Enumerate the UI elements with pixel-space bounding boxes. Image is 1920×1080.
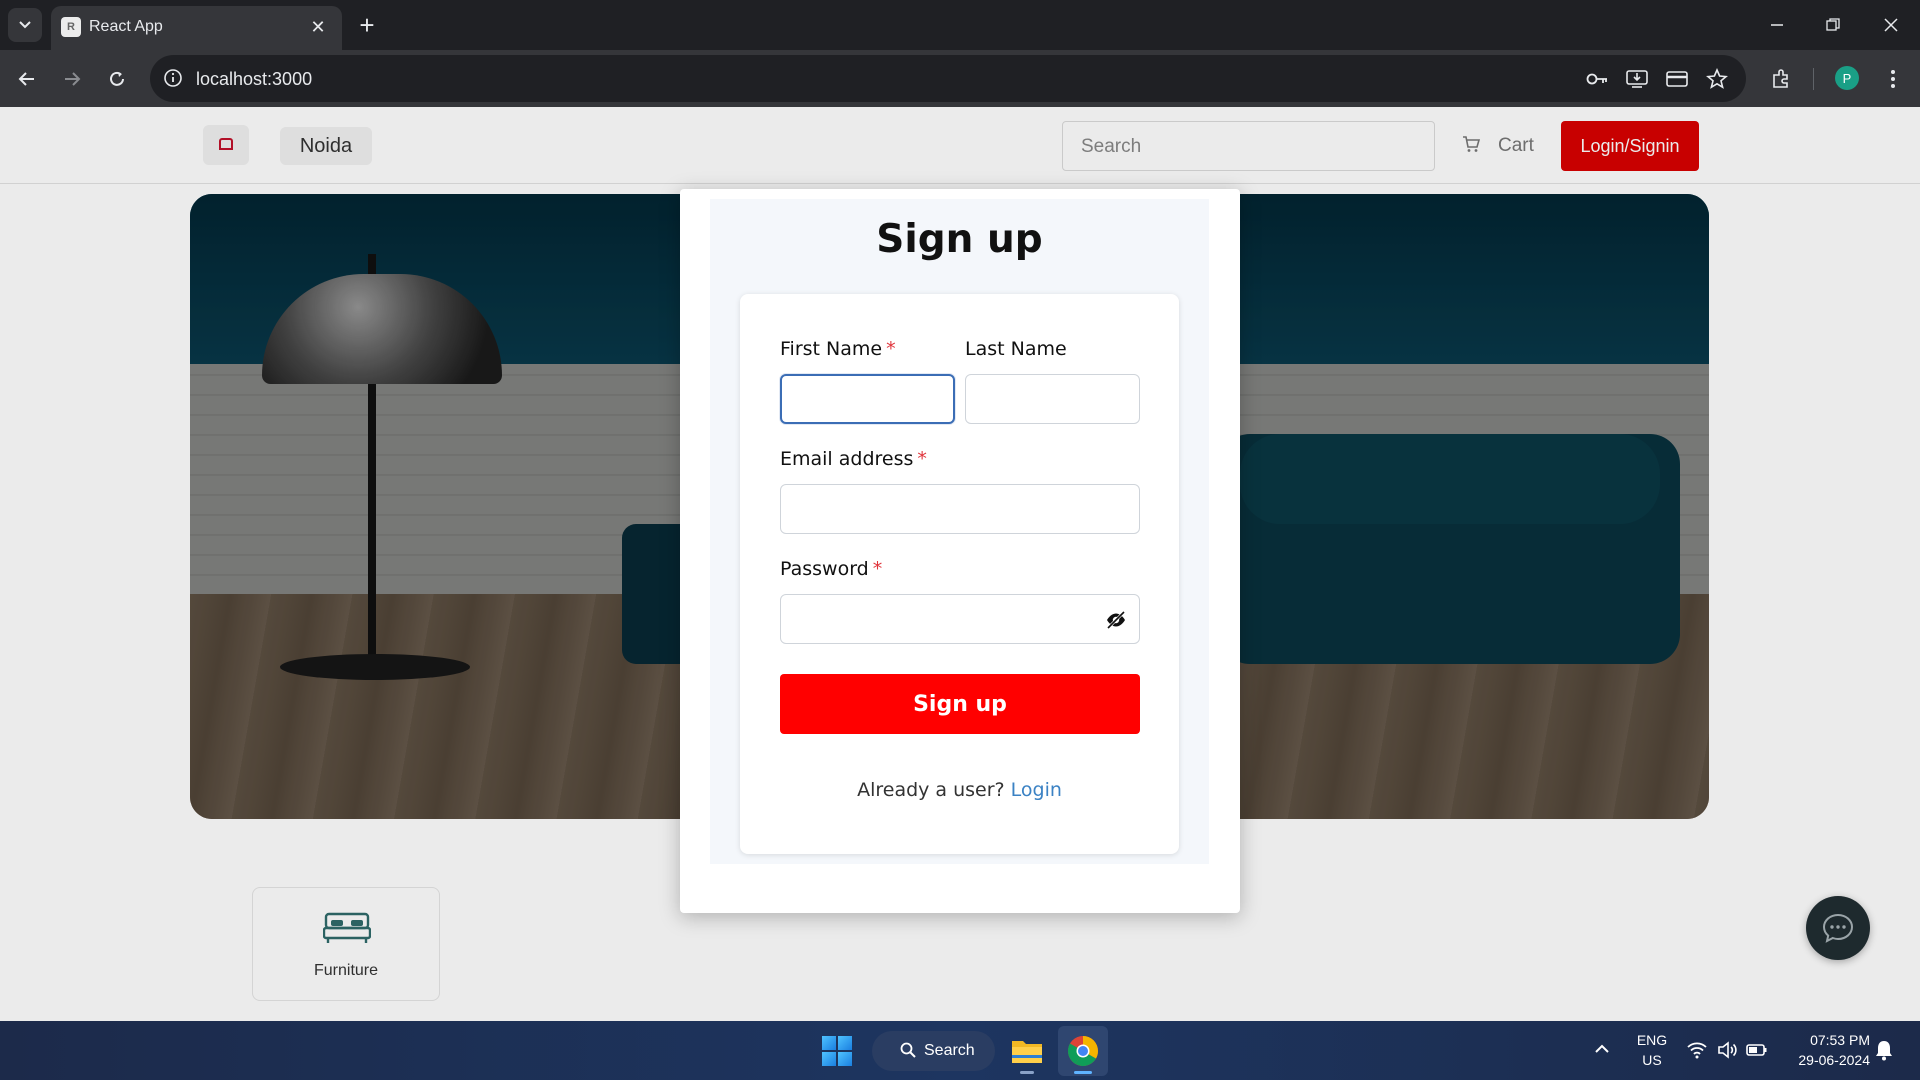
taskbar-search-button[interactable]: Search (872, 1031, 995, 1071)
kebab-menu-icon (1891, 70, 1895, 88)
react-favicon-icon: R (61, 17, 81, 37)
site-info-icon[interactable] (162, 67, 184, 89)
chrome-icon (1068, 1036, 1098, 1067)
windows-start-icon[interactable] (822, 1036, 852, 1066)
profile-avatar[interactable]: P (1835, 66, 1859, 90)
chat-icon (1822, 913, 1854, 943)
extensions-button[interactable] (1764, 62, 1798, 96)
restore-button[interactable] (1816, 8, 1850, 42)
required-marker: * (917, 448, 927, 470)
puzzle-icon (1773, 69, 1788, 88)
clock-date: 29-06-2024 (1798, 1052, 1870, 1068)
login-prompt: Already a user? Login (857, 779, 1062, 801)
reload-icon (110, 71, 124, 86)
url-text: localhost:3000 (196, 69, 313, 89)
chevron-up-icon[interactable] (1590, 1037, 1614, 1061)
minimize-button[interactable] (1760, 8, 1794, 42)
tab-search-button[interactable] (8, 8, 42, 42)
signup-submit-button[interactable]: Sign up (780, 674, 1140, 734)
eye-slash-icon[interactable] (1105, 609, 1127, 631)
windows-taskbar: Search ENG US 07:53 PM 29-06-2024 (0, 1021, 1920, 1080)
install-app-icon[interactable] (1624, 66, 1650, 92)
close-icon (1884, 18, 1898, 32)
modal-title: Sign up (876, 217, 1043, 262)
tab-title: React App (89, 18, 163, 35)
first-name-input[interactable] (780, 374, 955, 424)
browser-tab[interactable]: R React App ✕ (51, 6, 342, 50)
browser-toolbar: localhost:3000 (0, 50, 1920, 107)
arrow-right-icon (65, 72, 81, 86)
restore-icon (1826, 18, 1840, 31)
forward-button[interactable] (55, 62, 89, 96)
password-key-icon[interactable] (1584, 66, 1610, 92)
payment-card-icon[interactable] (1664, 66, 1690, 92)
bookmark-star-icon[interactable] (1704, 66, 1730, 92)
app-active-indicator (1074, 1071, 1092, 1074)
notification-bell-icon[interactable] (1874, 1039, 1894, 1061)
signup-panel: Sign up First Name * Last Name Email addr… (710, 199, 1209, 864)
email-input[interactable] (780, 484, 1140, 534)
browser-tab-strip: R React App ✕ + (0, 0, 1920, 50)
arrow-left-icon (18, 72, 34, 86)
required-marker: * (886, 338, 896, 360)
language-indicator[interactable]: ENG US (1634, 1030, 1670, 1070)
clock-time: 07:53 PM (1810, 1032, 1870, 1048)
chevron-down-icon (19, 21, 31, 29)
last-name-input[interactable] (965, 374, 1140, 424)
password-input[interactable] (780, 594, 1140, 644)
last-name-label: Last Name (965, 338, 1067, 360)
clock[interactable]: 07:53 PM 29-06-2024 (1780, 1030, 1870, 1070)
taskbar-file-explorer[interactable] (1002, 1026, 1052, 1076)
wifi-icon[interactable] (1686, 1039, 1708, 1061)
signup-modal: Sign up First Name * Last Name Email addr… (680, 189, 1240, 913)
back-button[interactable] (10, 62, 44, 96)
taskbar-search-label: Search (924, 1042, 975, 1059)
new-tab-button[interactable]: + (352, 10, 382, 40)
taskbar-chrome[interactable] (1058, 1026, 1108, 1076)
browser-menu-button[interactable] (1876, 62, 1910, 96)
close-window-button[interactable] (1874, 8, 1908, 42)
folder-icon (1012, 1041, 1042, 1063)
tab-close-icon[interactable]: ✕ (306, 15, 330, 39)
search-icon (900, 1042, 916, 1058)
password-label: Password * (780, 558, 883, 580)
toolbar-divider (1813, 68, 1814, 90)
app-running-indicator (1020, 1071, 1034, 1074)
signup-form: First Name * Last Name Email address * Pas… (740, 294, 1179, 854)
chat-widget-button[interactable] (1806, 896, 1870, 960)
address-bar[interactable]: localhost:3000 (150, 55, 1746, 102)
email-label: Email address * (780, 448, 927, 470)
first-name-label: First Name * (780, 338, 896, 360)
minimize-icon (1771, 24, 1783, 26)
login-link[interactable]: Login (1011, 779, 1062, 801)
battery-icon[interactable] (1746, 1039, 1768, 1061)
volume-icon[interactable] (1716, 1039, 1738, 1061)
reload-button[interactable] (100, 62, 134, 96)
required-marker: * (872, 558, 883, 580)
